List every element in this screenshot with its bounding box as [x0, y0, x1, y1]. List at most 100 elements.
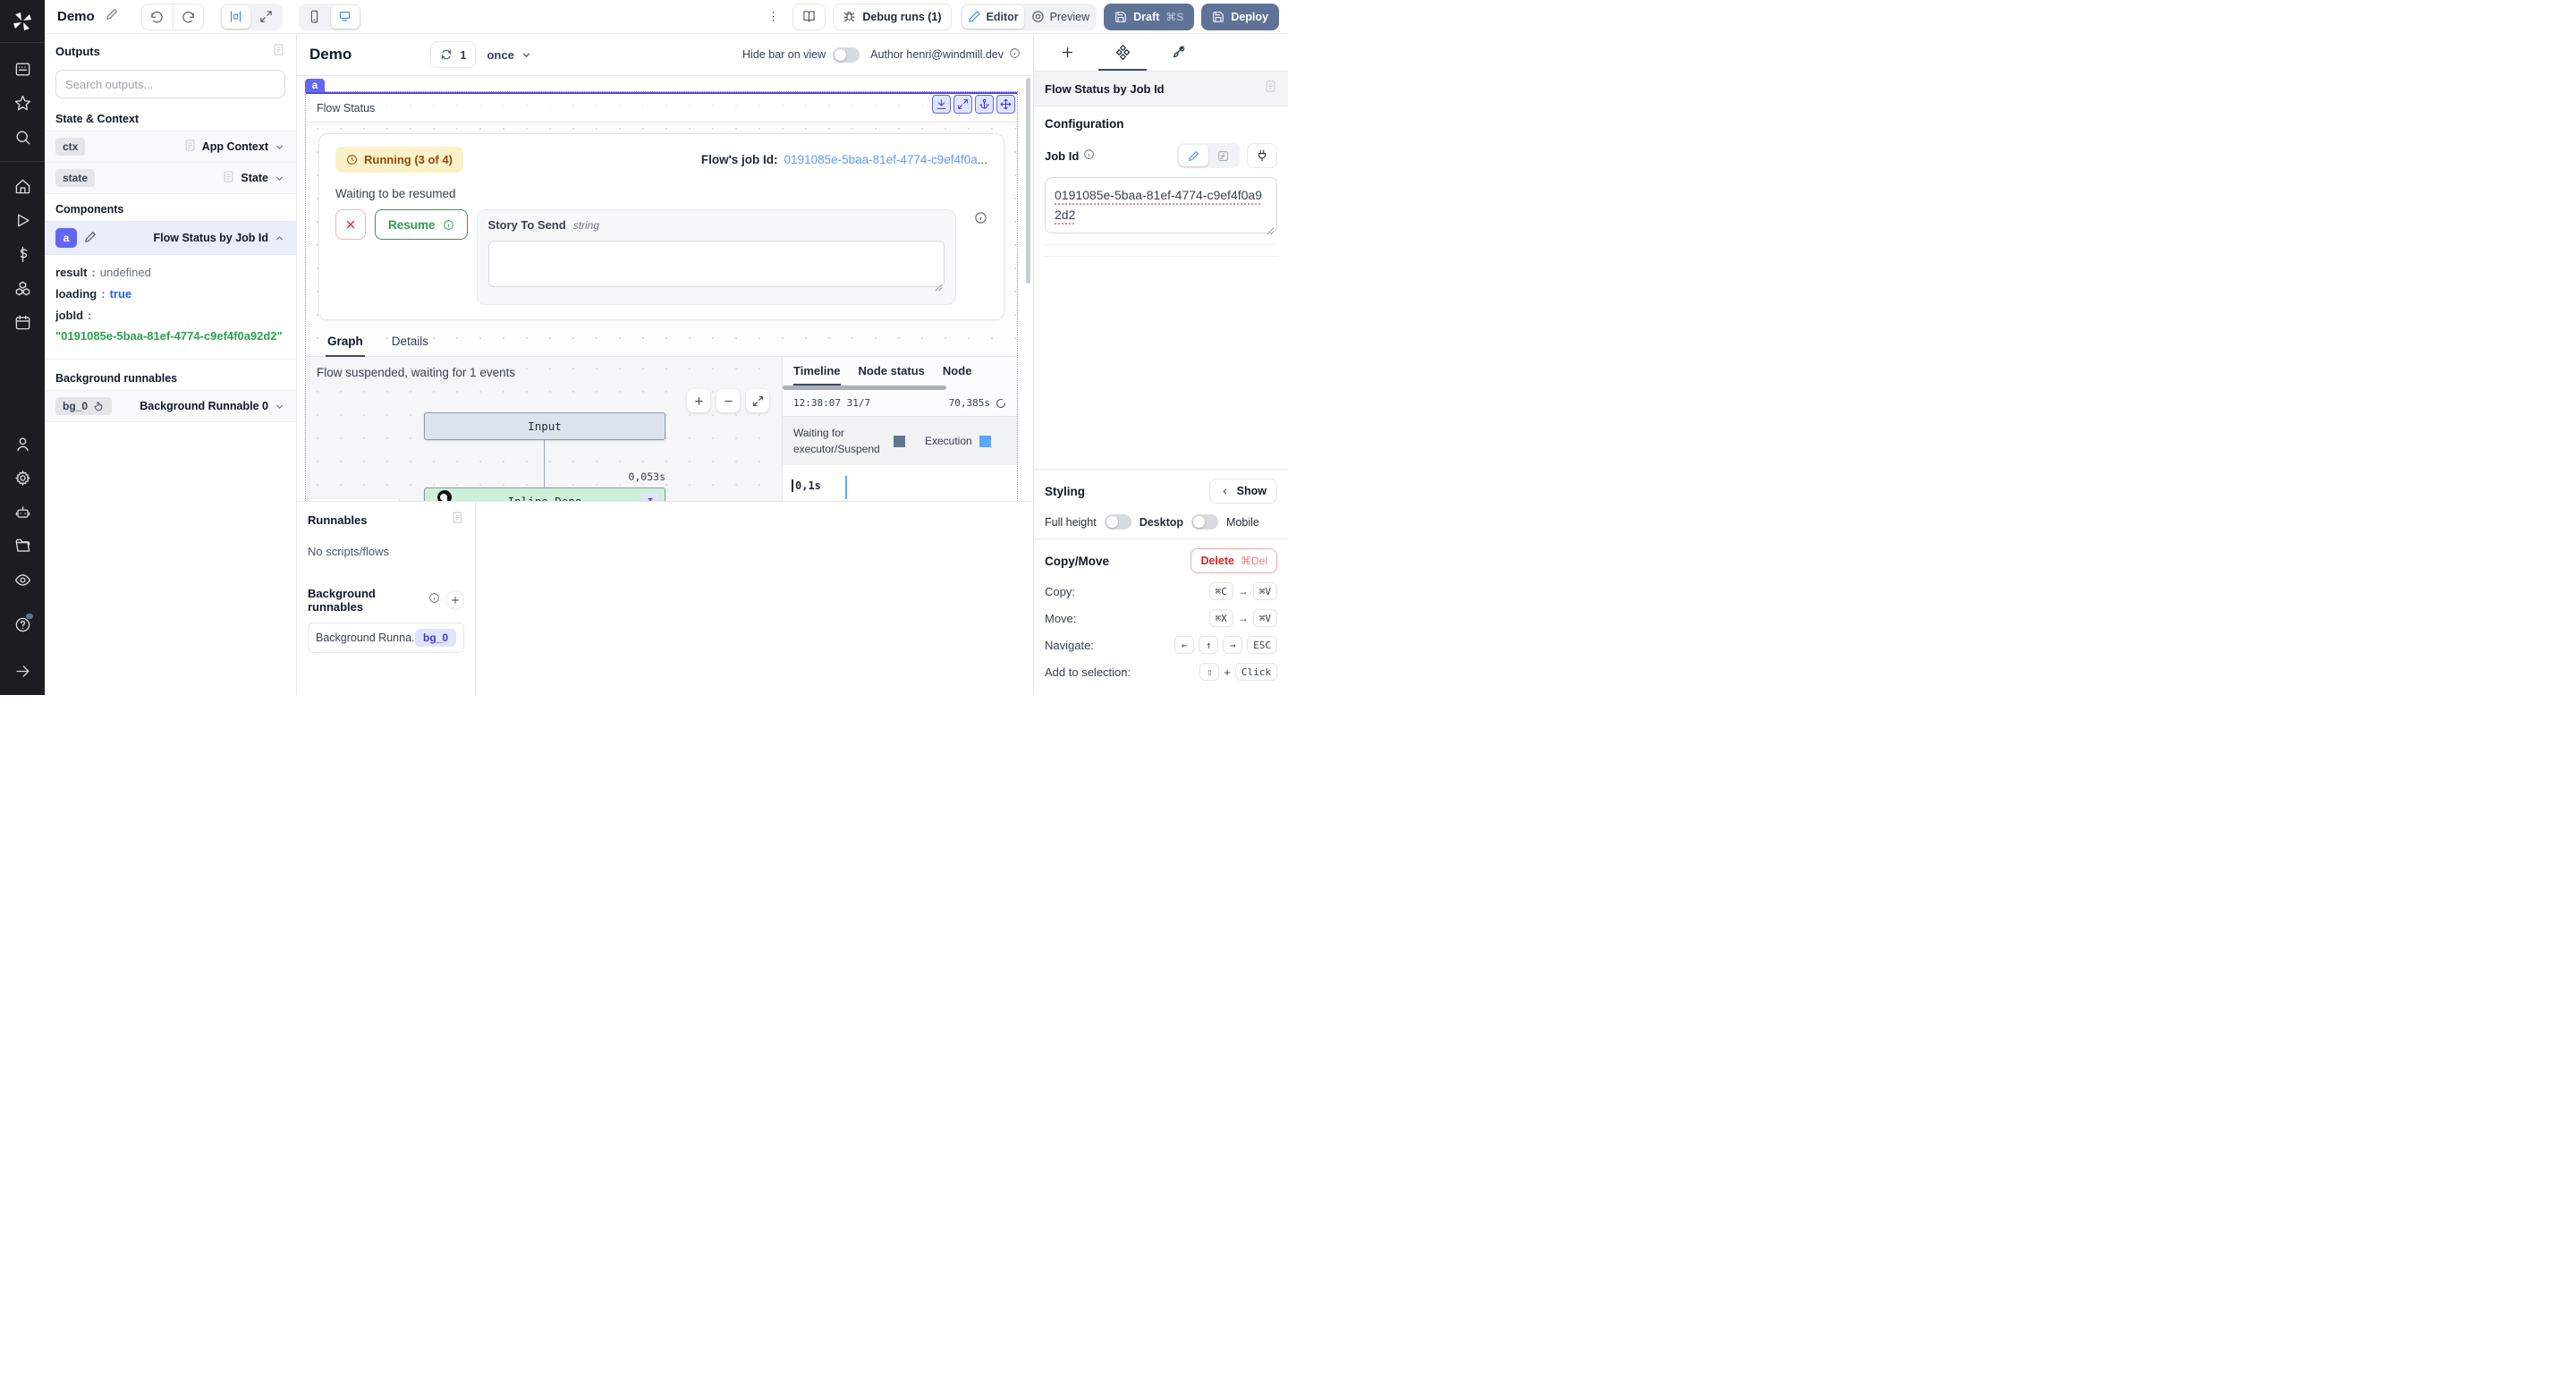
home-icon[interactable]	[0, 169, 45, 203]
refresh-icon	[440, 48, 453, 61]
search-icon[interactable]	[0, 120, 45, 154]
apps-icon[interactable]	[0, 52, 45, 86]
inspector-doc-icon[interactable]	[1264, 80, 1277, 97]
docs-book-button[interactable]	[792, 4, 826, 30]
delete-component-button[interactable]: Delete⌘Del	[1191, 548, 1277, 573]
folders-icon[interactable]	[0, 529, 45, 563]
info-icon[interactable]	[1083, 148, 1095, 163]
refresh-count-button[interactable]: 1	[430, 41, 476, 68]
copy-label: Copy:	[1045, 585, 1075, 598]
variables-dollar-icon[interactable]	[0, 237, 45, 271]
zoom-out-icon[interactable]	[716, 389, 740, 412]
desktop-view-button[interactable]	[331, 5, 360, 29]
anchor-icon[interactable]	[975, 95, 994, 114]
deploy-button[interactable]: Deploy	[1201, 4, 1279, 30]
zoom-in-icon[interactable]	[687, 389, 710, 412]
draft-button[interactable]: Draft⌘S	[1104, 4, 1194, 30]
story-to-send-input[interactable]	[488, 241, 945, 287]
graph-zoom-control: 100%	[308, 498, 400, 501]
timeline-row-duration: 0,1s	[792, 479, 821, 492]
move-icon[interactable]	[996, 95, 1015, 114]
result-key[interactable]: result	[55, 266, 87, 279]
runnables-doc-icon[interactable]	[451, 511, 464, 529]
left-rail	[0, 0, 45, 695]
tab-node-clipped[interactable]: Node	[943, 364, 972, 386]
redo-button[interactable]	[173, 4, 203, 30]
info-icon[interactable]	[1009, 47, 1021, 62]
outputs-doc-icon[interactable]	[272, 43, 285, 59]
full-width-layout-button[interactable]	[252, 5, 281, 29]
tab-node-status[interactable]: Node status	[859, 364, 925, 386]
graph-node-input[interactable]: Input	[424, 412, 665, 440]
tab-timeline[interactable]: Timeline	[793, 364, 841, 386]
more-options-kebab-icon[interactable]	[761, 4, 785, 30]
static-input-pencil-icon[interactable]	[1179, 145, 1208, 166]
eval-input-fx-icon[interactable]	[1208, 145, 1238, 166]
preview-tab[interactable]: Preview	[1026, 5, 1095, 29]
bg0-row[interactable]: bg_0 Background Runnable 0	[45, 390, 296, 422]
audit-eye-icon[interactable]	[0, 563, 45, 597]
cancel-flow-button[interactable]	[335, 209, 366, 240]
tab-graph[interactable]: Graph	[326, 329, 365, 357]
outputs-panel: Outputs State & Context ctx App Context …	[45, 34, 297, 695]
zoom-in-icon[interactable]	[370, 499, 399, 501]
full-height-toggle[interactable]	[1105, 514, 1131, 530]
flow-graph-area[interactable]: Flow suspended, waiting for 1 events Inp…	[306, 357, 783, 501]
bottom-panel: Runnables No scripts/flows Background ru…	[297, 501, 1033, 695]
flow-job-id-link[interactable]: 0191085e-5baa-81ef-4774-c9ef4f0a...	[784, 153, 987, 166]
component-a-row[interactable]: a Flow Status by Job Id	[45, 221, 296, 255]
component-id-tag[interactable]: a	[305, 79, 325, 92]
component-settings-tab[interactable]	[1095, 34, 1150, 71]
runs-play-icon[interactable]	[0, 203, 45, 237]
jobid-key[interactable]: jobId	[55, 309, 83, 322]
centered-layout-button[interactable]	[222, 5, 250, 29]
mobile-view-button[interactable]	[301, 5, 329, 29]
top-toolbar: Demo Debug runs (1) Editor Preview	[45, 0, 1288, 34]
resize-handle-icon[interactable]	[1267, 221, 1275, 229]
add-background-runnable-button[interactable]	[446, 590, 464, 610]
job-id-input[interactable]: 0191085e-5baa-81ef-4774-c9ef4f0a92d2	[1045, 177, 1277, 233]
connect-input-plug-icon[interactable]	[1247, 143, 1277, 168]
app-canvas[interactable]: a Flow Status Running (3 of 4)	[297, 76, 1033, 501]
resize-handle-icon[interactable]	[935, 280, 943, 288]
windmill-logo[interactable]	[0, 0, 45, 43]
fit-view-icon[interactable]	[746, 389, 769, 412]
ctx-row[interactable]: ctx App Context	[45, 131, 296, 163]
kbd-click: Click	[1235, 663, 1277, 681]
info-icon[interactable]	[974, 211, 987, 229]
debug-runs-button[interactable]: Debug runs (1)	[833, 4, 951, 30]
insert-component-tab[interactable]	[1039, 34, 1095, 71]
collapse-arrow-icon[interactable]	[0, 654, 45, 688]
edit-id-pencil-icon[interactable]	[84, 231, 97, 246]
loading-key[interactable]: loading	[55, 287, 97, 301]
canvas-scrollbar[interactable]	[1026, 78, 1030, 284]
graph-node-inline-deno[interactable]: TS Inline Deno I	[424, 487, 665, 501]
show-styling-button[interactable]: Show	[1209, 479, 1277, 504]
rename-pencil-icon[interactable]	[106, 8, 118, 25]
desktop-toggle[interactable]	[1191, 514, 1218, 530]
hide-bar-toggle[interactable]	[833, 47, 860, 63]
undo-button[interactable]	[142, 4, 173, 30]
expand-down-icon[interactable]	[932, 95, 951, 114]
workers-bot-icon[interactable]	[0, 495, 45, 529]
resources-boxes-icon[interactable]	[0, 271, 45, 305]
favorites-star-icon[interactable]	[0, 86, 45, 120]
tab-details[interactable]: Details	[390, 329, 430, 356]
styling-tab[interactable]	[1150, 34, 1206, 71]
resume-button[interactable]: Resume	[375, 209, 468, 240]
background-runnable-item[interactable]: Background Runna... bg_0	[308, 623, 464, 653]
flow-status-panel-title: Flow Status	[306, 94, 1017, 123]
user-icon[interactable]	[0, 427, 45, 461]
editor-tab[interactable]: Editor	[962, 5, 1024, 29]
flow-status-component[interactable]: a Flow Status Running (3 of 4)	[306, 92, 1017, 501]
info-icon[interactable]	[428, 592, 440, 608]
fullscreen-icon[interactable]	[953, 95, 972, 114]
search-outputs-input[interactable]	[55, 70, 285, 98]
help-icon[interactable]	[0, 607, 45, 641]
timeline-start-time: 12:38:07 31/7	[793, 397, 870, 409]
state-row[interactable]: state State	[45, 163, 296, 194]
schedule-dropdown[interactable]: once	[487, 48, 531, 62]
schedules-calendar-icon[interactable]	[0, 305, 45, 339]
zoom-out-icon[interactable]	[309, 499, 337, 501]
settings-gear-icon[interactable]	[0, 461, 45, 495]
